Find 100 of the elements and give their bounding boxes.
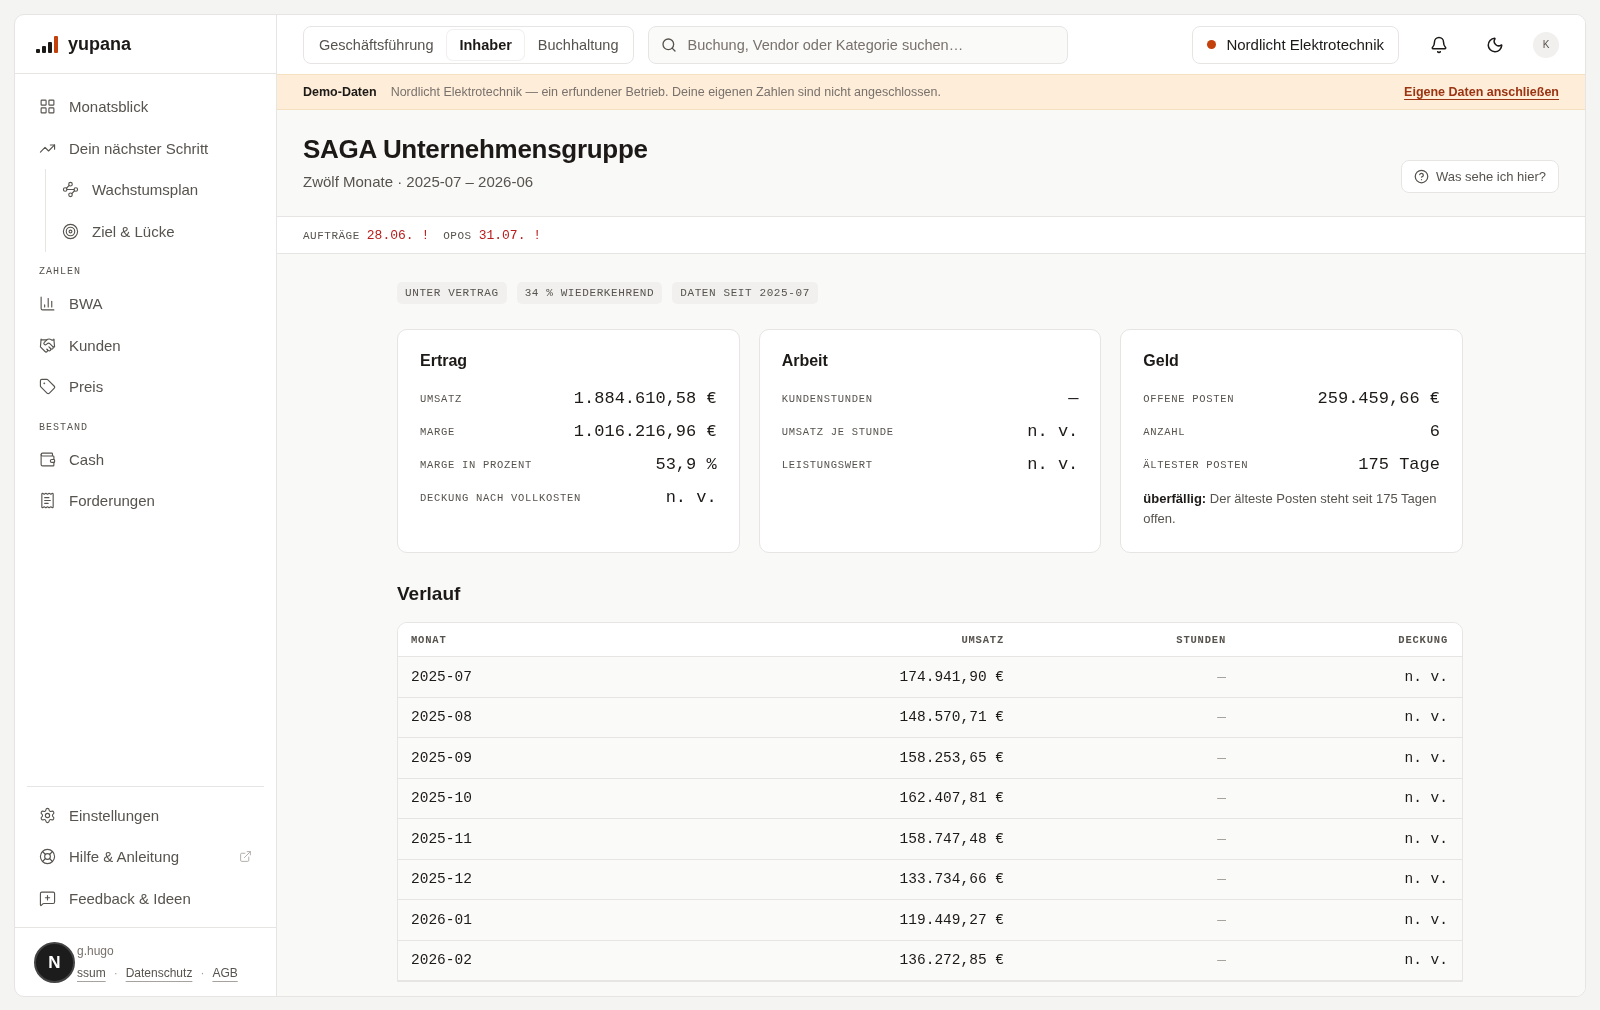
status-dot <box>1207 40 1217 49</box>
metric-label: DECKUNG NACH VOLLKOSTEN <box>420 491 582 504</box>
metric-value: 53,9 % <box>655 455 717 474</box>
column-header: STUNDEN <box>1175 633 1226 646</box>
legal-link[interactable]: AGB <box>212 966 238 980</box>
alert-value: 28.06. ! <box>366 227 430 243</box>
nav-item[interactable]: Monatsblick <box>27 86 264 128</box>
role-tab[interactable]: Geschäftsführung <box>307 29 446 60</box>
column-header: UMSATZ <box>960 633 1004 646</box>
dev-badge[interactable]: N <box>34 942 75 983</box>
legal-link[interactable]: Datenschutz <box>125 966 193 980</box>
section-heading: ZAHLEN <box>38 265 82 279</box>
nav-item[interactable]: Kunden <box>27 324 264 366</box>
search-box[interactable]: Buchung, Vendor oder Kategorie suchen… <box>648 25 1069 64</box>
table-cell-text: 119.449,27 € <box>898 911 1004 928</box>
role-tab[interactable]: Buchhaltung <box>525 29 631 60</box>
brand-name: yupana <box>68 33 132 55</box>
metric-label: UMSATZ JE STUNDE <box>781 425 894 438</box>
banner-label: Demo-Daten <box>303 85 377 99</box>
nav-item[interactable]: Preis <box>27 366 264 408</box>
metric-value: n. v. <box>665 488 717 507</box>
company-selector[interactable]: Nordlicht Elektrotechnik <box>1192 25 1399 64</box>
metric-label: ANZAHL <box>1143 425 1186 438</box>
role-tab[interactable]: Inhaber <box>447 29 524 60</box>
table-cell-text: — <box>1216 871 1226 888</box>
table-cell-text: 2025-12 <box>411 871 473 888</box>
tag: DATEN SEIT 2025-07 <box>672 282 818 304</box>
nav-item[interactable]: Wachstumsplan <box>50 169 264 211</box>
tag: 34 % WIEDERKEHREND <box>516 282 663 304</box>
nav-icon <box>39 378 56 396</box>
table-cell-text: n. v. <box>1403 952 1448 969</box>
table-cell-text: n. v. <box>1403 911 1448 928</box>
table-cell-text: n. v. <box>1403 871 1448 888</box>
credit-text: g.hugo <box>77 944 115 958</box>
table-cell-text: 136.272,85 € <box>898 952 1004 969</box>
table-cell-text: 2026-01 <box>411 911 473 928</box>
nav-icon <box>39 848 56 866</box>
table-cell-text: 2025-11 <box>411 830 473 847</box>
section-heading: BESTAND <box>38 420 89 435</box>
help-icon <box>1413 169 1429 184</box>
card-title: Arbeit <box>781 352 829 370</box>
nav-item[interactable]: Forderungen <box>27 480 264 522</box>
metric-value: 1.884.610,58 € <box>573 389 717 408</box>
nav-icon <box>62 181 79 199</box>
metric-value: 1.016.216,96 € <box>573 422 717 441</box>
nav-icon <box>39 450 56 468</box>
nav-item[interactable]: Feedback & Ideen <box>27 877 264 919</box>
metric-value: 175 Tage <box>1358 455 1440 474</box>
metric-value: 6 <box>1429 422 1440 441</box>
table-cell-text: n. v. <box>1403 709 1448 726</box>
table-cell-text: n. v. <box>1403 749 1448 766</box>
nav-item[interactable]: Hilfe & Anleitung <box>27 836 264 878</box>
card-title: Geld <box>1143 352 1180 370</box>
avatar[interactable]: K <box>1533 31 1559 58</box>
table-cell-text: — <box>1216 749 1226 766</box>
metric-value: n. v. <box>1027 422 1079 441</box>
alert-label: OPOS <box>443 229 472 242</box>
nav-item[interactable]: BWA <box>27 283 264 325</box>
card-title: Ertrag <box>420 352 469 370</box>
metric-value: — <box>1068 389 1079 408</box>
tag: UNTER VERTRAG <box>397 282 507 304</box>
table-cell-text: 158.747,48 € <box>898 830 1004 847</box>
page-title: SAGA Unternehmensgruppe <box>303 134 649 165</box>
metric-label: ÄLTESTER POSTEN <box>1143 458 1249 471</box>
page-subtitle: Zwölf Monate · 2025-07 – 2026-06 <box>303 173 535 190</box>
nav-icon <box>39 806 56 824</box>
table-cell-text: 148.570,71 € <box>898 709 1004 726</box>
table-cell-text: — <box>1216 790 1226 807</box>
metric-label: UMSATZ <box>420 392 462 405</box>
search-icon <box>661 36 678 53</box>
separator: · <box>113 966 118 980</box>
column-header: DECKUNG <box>1397 633 1448 646</box>
table-cell-text: — <box>1216 668 1226 685</box>
metric-label: KUNDENSTUNDEN <box>781 392 873 405</box>
table-cell-text: — <box>1216 952 1226 969</box>
search-field[interactable]: Buchung, Vendor oder Kategorie suchen… <box>685 35 1056 54</box>
logo-icon <box>36 35 60 53</box>
table-cell-text: 2025-10 <box>411 790 473 807</box>
table-cell-text: 162.407,81 € <box>898 790 1004 807</box>
table-cell-text: 2025-08 <box>411 709 473 726</box>
table-cell-text: 2025-09 <box>411 749 473 766</box>
metric-label: MARGE <box>420 425 455 438</box>
nav-icon <box>39 492 56 510</box>
nav-item[interactable]: Ziel & Lücke <box>50 210 264 252</box>
nav-item[interactable]: Cash <box>27 438 264 480</box>
column-header: MONAT <box>411 633 448 646</box>
metric-label: OFFENE POSTEN <box>1143 392 1235 405</box>
nav-item[interactable]: Einstellungen <box>27 794 264 836</box>
nav-icon <box>39 889 56 907</box>
legal-link[interactable]: ssum <box>77 966 106 980</box>
table-cell-text: 2026-02 <box>411 952 473 969</box>
card-note: überfällig: Der älteste Posten steht seit 175 Tagen offen. <box>1143 490 1438 528</box>
bell-icon <box>1430 35 1448 54</box>
metric-label: MARGE IN PROZENT <box>420 458 533 471</box>
table-cell-text: — <box>1216 709 1226 726</box>
section-title: Verlauf <box>397 583 462 605</box>
help-button[interactable]: Was sehe ich hier? <box>1400 160 1559 193</box>
connect-data-link[interactable]: Eigene Daten anschließen <box>1404 85 1559 99</box>
nav-item[interactable]: Dein nächster Schritt <box>27 127 264 169</box>
moon-icon <box>1486 35 1504 54</box>
